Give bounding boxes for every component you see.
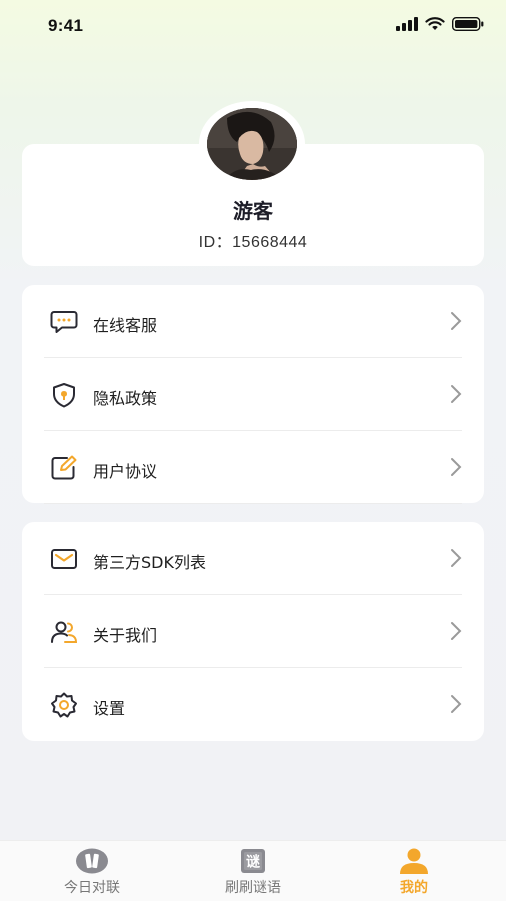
menu-item-label: 在线客服 [93, 316, 158, 335]
couplet-icon [76, 848, 108, 874]
profile-name: 游客 [233, 199, 273, 223]
chevron-right-icon [451, 549, 462, 567]
menu-item-label: 用户协议 [93, 462, 158, 481]
menu-item-label: 第三方SDK列表 [93, 553, 206, 572]
status-icons [396, 17, 484, 31]
battery-icon [452, 17, 484, 31]
menu-item-privacy-policy[interactable]: 隐私政策 [22, 358, 484, 431]
svg-text:谜: 谜 [246, 854, 261, 871]
bottom-tab-bar: 今日对联 谜 刷刷谜语 我的 [0, 840, 506, 901]
menu-group-about: 第三方SDK列表 关于我们 设置 [22, 522, 484, 741]
envelope-icon [51, 549, 77, 569]
menu-item-third-party-sdk[interactable]: 第三方SDK列表 [22, 522, 484, 595]
menu-item-label: 关于我们 [93, 626, 158, 645]
chevron-right-icon [451, 385, 462, 403]
profile-id: ID：15668444 [198, 234, 308, 251]
avatar[interactable] [207, 108, 297, 180]
menu-item-label: 隐私政策 [93, 389, 158, 408]
tab-mine[interactable]: 我的 [330, 841, 498, 901]
profile-person-icon [400, 848, 428, 874]
tab-label: 今日对联 [64, 880, 120, 896]
users-icon [51, 621, 78, 643]
menu-item-user-agreement[interactable]: 用户协议 [22, 431, 484, 504]
tab-label: 我的 [400, 880, 428, 896]
status-bar: 9:41 [0, 0, 506, 52]
menu-item-settings[interactable]: 设置 [22, 668, 484, 741]
menu-item-online-service[interactable]: 在线客服 [22, 285, 484, 358]
chevron-right-icon [451, 695, 462, 713]
wifi-icon [425, 17, 445, 30]
menu-item-label: 设置 [93, 699, 126, 718]
edit-document-icon [51, 455, 77, 480]
tab-riddle[interactable]: 谜 刷刷谜语 [169, 841, 337, 901]
chevron-right-icon [451, 458, 462, 476]
riddle-book-icon: 谜 [241, 849, 265, 873]
tab-label: 刷刷谜语 [225, 880, 281, 896]
menu-item-about-us[interactable]: 关于我们 [22, 595, 484, 668]
chevron-right-icon [451, 622, 462, 640]
status-time: 9:41 [48, 16, 84, 35]
shield-icon [53, 383, 75, 408]
settings-gear-icon [51, 692, 77, 718]
tab-couplet[interactable]: 今日对联 [8, 841, 176, 901]
avatar-photo-icon [207, 108, 297, 180]
chat-bubble-icon [50, 311, 78, 333]
menu-group-support: 在线客服 隐私政策 用户协议 [22, 285, 484, 504]
cellular-signal-icon [396, 17, 418, 31]
chevron-right-icon [451, 312, 462, 330]
divider [44, 503, 462, 504]
